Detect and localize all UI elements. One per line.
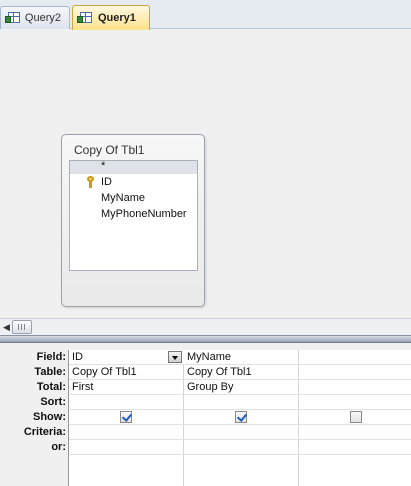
- show-checkbox[interactable]: [350, 411, 362, 423]
- grid-cell-show: [69, 410, 184, 425]
- query-icon: [77, 11, 93, 25]
- grid-cell-table[interactable]: [299, 365, 411, 380]
- show-checkbox[interactable]: [120, 411, 132, 423]
- grid-cell-or[interactable]: [184, 440, 299, 455]
- grid-cell-show: [299, 410, 411, 425]
- query-grid-pane: Field: Table: Total: Sort: Show: Criteri…: [0, 343, 411, 486]
- tab-query2[interactable]: Query2: [0, 6, 70, 29]
- scrollbar-thumb[interactable]: [12, 320, 32, 334]
- design-horizontal-scrollbar[interactable]: ◀: [0, 318, 411, 335]
- show-checkbox[interactable]: [235, 411, 247, 423]
- grid-cell-sort[interactable]: [184, 395, 299, 410]
- field-myname[interactable]: MyName: [70, 190, 197, 206]
- field-list: * ID MyName MyPhoneNumber: [69, 160, 198, 271]
- grid-cell-total[interactable]: First: [69, 380, 184, 395]
- tab-query1[interactable]: Query1: [72, 5, 150, 30]
- query-icon: [5, 11, 20, 25]
- row-label-sort: Sort:: [40, 396, 66, 408]
- grid-cell-field[interactable]: MyName: [184, 350, 299, 365]
- grid-cell-show: [184, 410, 299, 425]
- grid-cell-total[interactable]: Group By: [184, 380, 299, 395]
- row-label-table: Table:: [34, 366, 66, 378]
- scroll-left-icon[interactable]: ◀: [3, 322, 10, 333]
- grid-cell-criteria[interactable]: [184, 425, 299, 440]
- query-design-pane[interactable]: Copy Of Tbl1 * ID MyName MyPhoneNumber: [0, 29, 411, 318]
- grid-cell-criteria[interactable]: [299, 425, 411, 440]
- table-field-list-window[interactable]: Copy Of Tbl1 * ID MyName MyPhoneNumber: [61, 134, 205, 307]
- table-title[interactable]: Copy Of Tbl1: [74, 143, 144, 157]
- row-label-show: Show:: [33, 411, 66, 423]
- field-dropdown-button[interactable]: [168, 351, 182, 363]
- pane-splitter[interactable]: [0, 335, 411, 343]
- row-label-criteria: Criteria:: [23, 426, 66, 438]
- grid-columns: ID MyName Copy Of Tbl1 Copy Of Tbl1 Firs…: [68, 350, 411, 486]
- row-label-or: or:: [51, 441, 66, 453]
- grid-cell-field[interactable]: [299, 350, 411, 365]
- grid-cell-table[interactable]: Copy Of Tbl1: [184, 365, 299, 380]
- primary-key-icon: [86, 176, 95, 188]
- field-all-columns[interactable]: *: [70, 161, 197, 174]
- grid-cell-or[interactable]: [69, 440, 184, 455]
- grid-cell-criteria[interactable]: [69, 425, 184, 440]
- document-tab-bar: Query2 Query1: [0, 0, 411, 30]
- tab-label: Query1: [98, 12, 136, 24]
- grid-cell-total[interactable]: [299, 380, 411, 395]
- grid-cell-sort[interactable]: [69, 395, 184, 410]
- row-label-field: Field:: [36, 351, 66, 363]
- query-by-example-grid: Field: Table: Total: Sort: Show: Criteri…: [0, 350, 411, 486]
- grid-cell-table[interactable]: Copy Of Tbl1: [69, 365, 184, 380]
- grid-cell-sort[interactable]: [299, 395, 411, 410]
- field-myphonenumber[interactable]: MyPhoneNumber: [70, 206, 197, 222]
- grid-cell-field[interactable]: ID: [69, 350, 184, 365]
- row-label-total: Total:: [36, 381, 66, 393]
- field-id[interactable]: ID: [70, 174, 197, 190]
- grid-cell-or[interactable]: [299, 440, 411, 455]
- tab-label: Query2: [24, 12, 61, 24]
